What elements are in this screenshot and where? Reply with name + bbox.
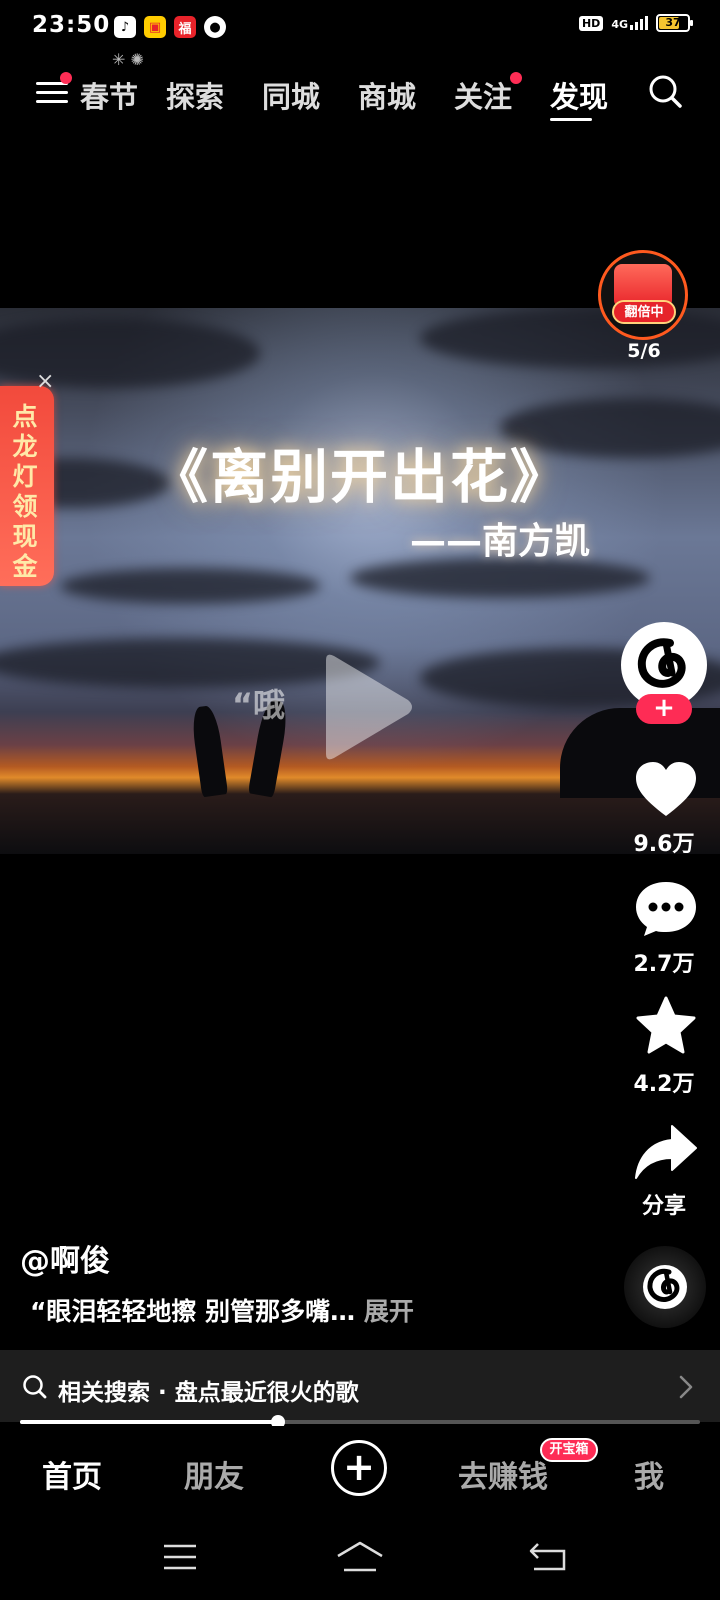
video-player[interactable] [0,308,720,854]
promo-text: 点龙灯领现金 [12,402,38,581]
firework-icon: ✳ ✺ [112,50,144,69]
like-count: 9.6万 [633,832,695,857]
favorite-count: 4.2万 [633,1072,695,1097]
hd-badge: HD [578,15,604,31]
author-name[interactable]: @啊俊 [20,1236,110,1280]
recents-icon[interactable] [162,1542,198,1572]
nav-home[interactable]: 首页 [42,1452,102,1496]
tab-spring-festival[interactable]: 春节 [80,74,138,116]
video-progress-fill [20,1420,278,1424]
tab-discover[interactable]: 发现 [550,74,608,116]
nav-friends[interactable]: 朋友 [184,1452,244,1496]
video-lyric-overlay: “哦 [232,686,286,724]
music-disc[interactable] [624,1246,706,1328]
tiktok-icon: ♪ [114,16,136,38]
expand-link[interactable]: 展开 [364,1297,414,1326]
status-indicators: HD 4G 37 [578,14,693,32]
related-search-text: 相关搜索 · 盘点最近很火的歌 [58,1380,359,1406]
search-icon [23,1375,47,1399]
active-tab-indicator [550,118,592,121]
signal-icon: 4G [611,16,648,30]
heart-icon[interactable] [632,760,700,820]
video-title-overlay: 《离别开出花》 [149,443,570,511]
tab-explore[interactable]: 探索 [166,74,224,116]
caption-text: “眼泪轻轻地擦 别管那多嘴… [30,1297,356,1326]
comment-count: 2.7万 [633,952,695,977]
home-icon[interactable] [336,1540,384,1574]
network-type: 4G [611,18,628,31]
star-icon[interactable] [632,996,700,1056]
share-icon[interactable] [632,1122,700,1182]
nav-earn[interactable]: 去赚钱 [458,1452,548,1496]
close-icon[interactable]: × [36,371,56,393]
kuaishou-icon: ▣ [144,16,166,38]
video-artist-overlay: ——南方凯 [410,521,591,562]
battery-icon: 37 [656,14,693,32]
following-notification-dot [510,72,522,84]
video-caption: “眼泪轻轻地擦 别管那多嘴… 展开 [30,1292,414,1328]
tab-mall[interactable]: 商城 [358,74,416,116]
chevron-right-icon [679,1375,693,1399]
tab-local[interactable]: 同城 [262,74,320,116]
create-button[interactable]: + [331,1440,387,1496]
status-time: 23:50 [32,12,111,38]
comment-icon[interactable] [632,878,700,938]
share-label: 分享 [641,1194,686,1219]
earn-badge: 开宝箱 [540,1438,598,1462]
tab-following[interactable]: 关注 [454,74,512,116]
cat-icon: ● [204,16,226,38]
music-disc-icon [643,1265,687,1309]
menu-notification-dot [60,72,72,84]
red-icon: 福 [174,16,196,38]
red-packet-count: 5/6 [627,340,661,362]
follow-button[interactable]: + [636,694,692,724]
play-icon[interactable] [316,652,416,762]
red-packet-badge: 翻倍中 [612,300,676,324]
battery-level: 37 [665,16,681,29]
nav-me[interactable]: 我 [634,1452,664,1496]
search-icon[interactable] [648,74,682,108]
back-icon[interactable] [528,1542,568,1572]
